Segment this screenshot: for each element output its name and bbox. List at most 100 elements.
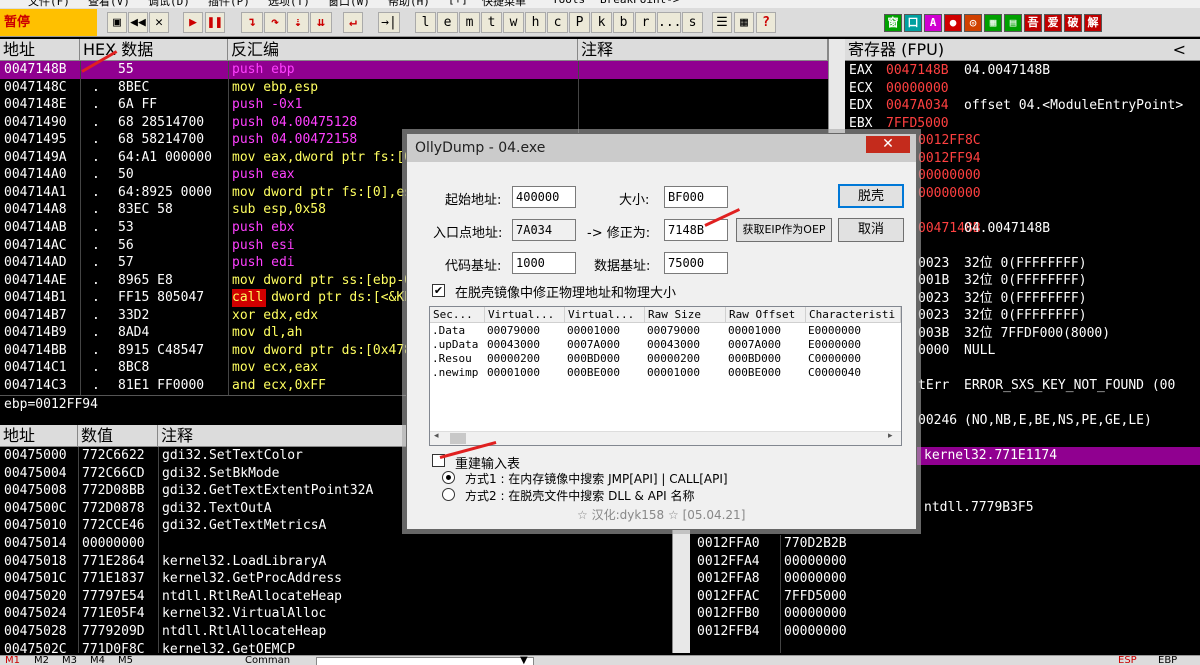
disasm-address[interactable]: 0047149A (4, 149, 67, 167)
fix-raw-checkbox[interactable]: ✔ (432, 284, 445, 297)
section-cell[interactable]: 000BD000 (567, 352, 620, 366)
toolbar-button-l[interactable]: l (415, 12, 436, 33)
dump-button[interactable]: 脱壳 (838, 184, 904, 208)
register-value[interactable]: 0023 (918, 307, 949, 325)
disasm-address[interactable]: 0047148C (4, 79, 67, 97)
data-base-field[interactable]: 75000 (664, 252, 728, 274)
section-cell[interactable]: 00001000 (567, 324, 620, 338)
dump-value[interactable]: 771E05F4 (82, 605, 145, 623)
register-value[interactable]: 00000000 (886, 80, 949, 98)
plugin-button[interactable]: 口 (904, 14, 922, 32)
col-header-disasm[interactable]: 反汇编 (228, 39, 578, 61)
disasm-hex[interactable]: 8BC8 (118, 359, 226, 377)
disasm-instruction[interactable]: push 04.00475128 (232, 114, 576, 132)
section-cell[interactable]: 0007A000 (728, 338, 781, 352)
disasm-hex[interactable]: 68 28514700 (118, 114, 226, 132)
dump-address[interactable]: 00475018 (4, 553, 67, 571)
section-cell[interactable]: 00079000 (487, 324, 540, 338)
toolbar-button-s[interactable]: s (682, 12, 703, 33)
plugin-button[interactable]: 爱 (1044, 14, 1062, 32)
m5-tab[interactable]: M5 (118, 656, 133, 665)
dump-address[interactable]: 00475004 (4, 465, 67, 483)
menu-item[interactable]: 调试(D) (148, 0, 190, 8)
section-cell[interactable]: 000BE000 (567, 366, 620, 380)
step-into-icon[interactable]: ↴ (241, 12, 263, 33)
esp-tab[interactable]: ESP (1118, 656, 1137, 665)
section-cell[interactable]: .Resou (432, 352, 472, 366)
dump-address[interactable]: 00475000 (4, 447, 67, 465)
register-value[interactable]: 001B (918, 272, 949, 290)
toolbar-button-c[interactable]: c (547, 12, 568, 33)
section-cell[interactable]: .upData (432, 338, 478, 352)
dump-address[interactable]: 0047500C (4, 500, 67, 518)
disasm-hex[interactable]: 68 58214700 (118, 131, 226, 149)
section-cell[interactable]: 00001000 (487, 366, 540, 380)
code-base-field[interactable]: 1000 (512, 252, 576, 274)
section-cell[interactable]: 00079000 (647, 324, 700, 338)
disasm-address[interactable]: 004714B7 (4, 307, 67, 325)
stack-value[interactable]: 7FFD5000 (784, 588, 847, 606)
dump-address[interactable]: 00475010 (4, 517, 67, 535)
section-cell[interactable]: 000BE000 (728, 366, 781, 380)
dump-value[interactable]: 772C6622 (82, 447, 145, 465)
menu-item[interactable]: [+] (448, 0, 468, 6)
plugin-button[interactable]: 解 (1084, 14, 1102, 32)
disasm-address[interactable]: 00471495 (4, 131, 67, 149)
sections-hscrollbar[interactable]: ◂ ▸ (430, 431, 901, 445)
section-cell[interactable]: .Data (432, 324, 465, 338)
disasm-address[interactable]: 004714A1 (4, 184, 67, 202)
dump-value[interactable]: 771E1837 (82, 570, 145, 588)
register-value[interactable]: 00246 (918, 412, 957, 430)
disasm-hex[interactable]: FF15 805047 (118, 289, 226, 307)
section-column-header[interactable]: Sec... (430, 307, 485, 323)
execute-till-return-icon[interactable]: ↵ (343, 12, 363, 33)
disasm-hex[interactable]: 83EC 58 (118, 201, 226, 219)
disasm-instruction[interactable]: mov ebp,esp (232, 79, 576, 97)
disasm-hex[interactable]: 50 (118, 166, 226, 184)
list-icon[interactable]: ☰ (712, 12, 732, 33)
stack-address[interactable]: 0012FFA0 (697, 535, 760, 553)
plugin-button[interactable]: ● (944, 14, 962, 32)
menu-item[interactable]: BreakPoint-> (600, 0, 679, 6)
disasm-hex[interactable]: 57 (118, 254, 226, 272)
disasm-hex[interactable]: 8965 E8 (118, 272, 226, 290)
size-field[interactable]: BF000 (664, 186, 728, 208)
plugin-button[interactable]: 破 (1064, 14, 1082, 32)
goto-icon[interactable]: →| (378, 12, 400, 33)
m3-tab[interactable]: M3 (62, 656, 77, 665)
section-cell[interactable]: 00001000 (728, 324, 781, 338)
disasm-address[interactable]: 004714C1 (4, 359, 67, 377)
stack-value[interactable]: 00000000 (784, 605, 847, 623)
section-column-header[interactable]: Virtual... (485, 307, 565, 323)
trace-into-icon[interactable]: ⇣ (287, 12, 309, 33)
section-cell[interactable]: 00043000 (487, 338, 540, 352)
menu-item[interactable]: Tools (552, 0, 585, 6)
disasm-instruction[interactable]: push ebp (232, 61, 576, 79)
register-value[interactable]: 003B (918, 325, 949, 343)
dump-value[interactable]: 772CCE46 (82, 517, 145, 535)
toolbar-button-w[interactable]: w (503, 12, 524, 33)
stack-value[interactable]: 00000000 (784, 553, 847, 571)
disasm-address[interactable]: 00471490 (4, 114, 67, 132)
disasm-instruction[interactable]: push -0x1 (232, 96, 576, 114)
dump-value[interactable]: 772D0878 (82, 500, 145, 518)
dump-value[interactable]: 772D08BB (82, 482, 145, 500)
stack-address[interactable]: 0012FFAC (697, 588, 760, 606)
dump-address[interactable]: 00475014 (4, 535, 67, 553)
section-cell[interactable]: C0000040 (808, 366, 861, 380)
register-value[interactable]: 7FFD5000 (886, 115, 949, 133)
disasm-hex[interactable]: 8915 C48547 (118, 342, 226, 360)
col-header-comment[interactable]: 注释 (578, 39, 828, 61)
stack-value[interactable]: 00000000 (784, 623, 847, 641)
toolbar-button-P[interactable]: P (569, 12, 590, 33)
disasm-hex[interactable]: 8BEC (118, 79, 226, 97)
plugin-button[interactable]: ◎ (964, 14, 982, 32)
menu-item[interactable]: 窗口(W) (328, 0, 370, 8)
section-cell[interactable]: 00043000 (647, 338, 700, 352)
menu-item[interactable]: 帮助(H) (388, 0, 430, 8)
menu-item[interactable]: 快捷菜单 (482, 0, 526, 8)
disasm-hex[interactable]: 81E1 FF0000 (118, 377, 226, 395)
disasm-hex[interactable]: 53 (118, 219, 226, 237)
method2-radio[interactable] (442, 488, 455, 501)
disasm-address[interactable]: 004714AB (4, 219, 67, 237)
